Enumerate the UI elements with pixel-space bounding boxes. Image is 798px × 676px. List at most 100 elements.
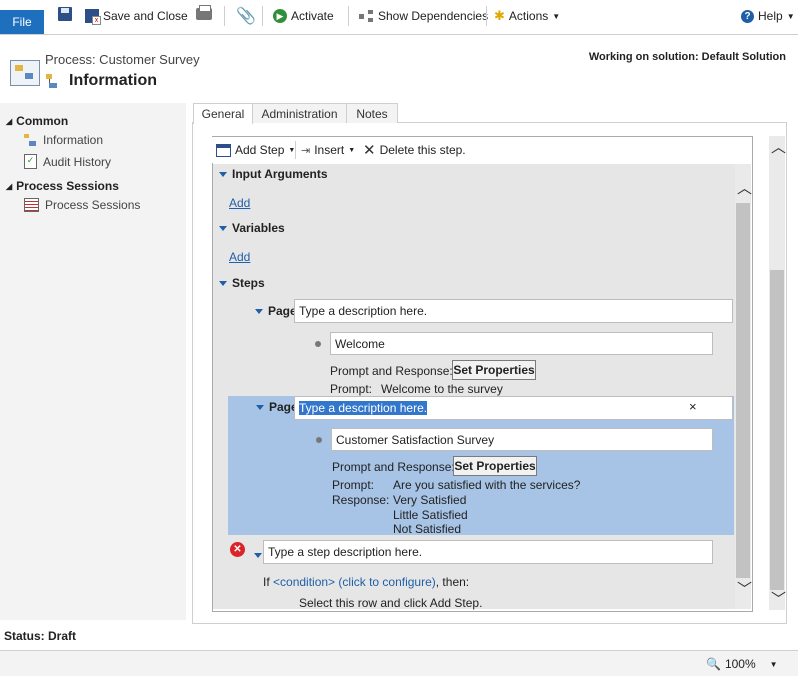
page-title: Information xyxy=(69,72,157,89)
section-steps[interactable]: Steps xyxy=(219,276,265,290)
actions-label: Actions xyxy=(508,9,549,23)
set-properties-button[interactable]: Set Properties xyxy=(453,456,537,476)
response-label: Response: xyxy=(332,493,390,507)
new-step-toggle[interactable] xyxy=(254,547,262,561)
prompt-response-label: Prompt and Response: xyxy=(332,460,455,474)
chevron-down-icon: ▼ xyxy=(769,659,778,669)
activate-label: Activate xyxy=(291,9,334,23)
insert-button[interactable]: ⇥ Insert ▼ xyxy=(301,140,355,160)
audit-history-icon: ✓ xyxy=(24,154,37,169)
delete-label: Delete this step. xyxy=(379,143,466,157)
save-and-close-button[interactable]: x Save and Close xyxy=(85,6,188,26)
section-title: Steps xyxy=(232,276,265,290)
triangle-down-icon: ◢ xyxy=(6,181,13,191)
outer-scrollbar-thumb[interactable] xyxy=(770,270,784,590)
triangle-down-icon xyxy=(219,225,227,231)
add-step-label: Add Step xyxy=(235,143,285,157)
step-bullet-icon xyxy=(315,341,321,347)
add-step-button[interactable]: Add Step ▼ xyxy=(216,140,295,160)
dependencies-icon xyxy=(359,9,374,23)
step-welcome-field[interactable]: Welcome xyxy=(330,332,713,355)
sidebar-item-label: Information xyxy=(43,133,104,147)
attach-icon[interactable]: 📎 xyxy=(236,6,256,26)
actions-icon: ✱ xyxy=(494,8,505,23)
show-dependencies-button[interactable]: Show Dependencies xyxy=(359,6,488,26)
chevron-down-icon: ▼ xyxy=(348,146,356,154)
zoom-level: 100% xyxy=(724,657,756,671)
file-button[interactable]: File xyxy=(0,10,44,34)
prompt-label: Prompt: xyxy=(332,478,375,492)
section-title: Variables xyxy=(232,221,285,235)
inner-scrollbar-thumb[interactable] xyxy=(736,203,750,578)
delete-icon: ✕ xyxy=(363,142,376,159)
triangle-down-icon xyxy=(219,280,227,286)
then-label: , then: xyxy=(435,575,470,589)
ribbon-separator xyxy=(486,6,487,26)
section-title: Input Arguments xyxy=(232,167,328,181)
tab-general[interactable]: General xyxy=(193,103,253,124)
entity-name: Process: Customer Survey xyxy=(45,52,200,67)
delete-step-button[interactable]: ✕ Delete this step. xyxy=(363,140,466,160)
status-label: Status: Draft xyxy=(4,629,77,643)
sidebar-group-process-sessions[interactable]: ◢ Process Sessions xyxy=(6,179,119,193)
insert-label: Insert xyxy=(314,143,345,157)
clear-field-icon[interactable]: × xyxy=(689,399,697,414)
chevron-down-icon: ▼ xyxy=(786,11,795,21)
help-label: Help xyxy=(758,9,783,23)
ribbon-separator xyxy=(348,6,349,26)
sidebar-item-label: Process Sessions xyxy=(45,198,141,212)
prompt-value: Are you satisfied with the services? xyxy=(393,478,581,492)
show-dependencies-label: Show Dependencies xyxy=(378,9,489,23)
triangle-down-icon xyxy=(254,553,262,558)
prompt-response-label: Prompt and Response: xyxy=(330,364,453,378)
sidebar-group-label: Process Sessions xyxy=(16,179,119,193)
add-input-argument-link[interactable]: Add xyxy=(229,196,250,210)
save-and-close-label: Save and Close xyxy=(103,9,188,23)
response-value: Very Satisfied xyxy=(393,493,467,507)
sidebar-item-label: Audit History xyxy=(43,154,112,169)
insert-icon: ⇥ xyxy=(301,144,311,157)
status-bar xyxy=(0,650,798,676)
actions-button[interactable]: ✱ Actions ▼ xyxy=(494,6,560,26)
condition-link[interactable]: <condition> (click to configure) xyxy=(273,575,436,589)
step-description-field[interactable]: Type a step description here. xyxy=(263,540,713,564)
triangle-down-icon xyxy=(256,404,264,410)
activate-button[interactable]: ▶ Activate xyxy=(273,6,334,26)
scroll-down-icon[interactable]: ﹀ xyxy=(771,588,786,609)
add-step-hint: Select this row and click Add Step. xyxy=(299,596,483,610)
set-properties-button[interactable]: Set Properties xyxy=(452,360,536,380)
step-customer-survey-field[interactable]: Customer Satisfaction Survey xyxy=(331,428,713,451)
sidebar-item-process-sessions[interactable]: Process Sessions xyxy=(24,198,140,212)
process-icon xyxy=(45,73,61,89)
sessions-grid-icon xyxy=(24,198,39,212)
zoom-control[interactable]: 🔍 100% ▼ xyxy=(706,654,778,674)
tab-administration[interactable]: Administration xyxy=(252,103,347,123)
toolbar-separator xyxy=(295,141,296,159)
sidebar-item-information[interactable]: Information xyxy=(24,133,103,147)
sidebar-group-label: Common xyxy=(16,114,69,128)
error-icon: ✕ xyxy=(230,542,245,557)
tab-notes[interactable]: Notes xyxy=(346,103,398,123)
zoom-icon: 🔍 xyxy=(706,657,721,671)
add-variable-link[interactable]: Add xyxy=(229,250,250,264)
step-bullet-icon xyxy=(316,437,322,443)
page1-description-field[interactable]: Type a description here. xyxy=(294,299,733,323)
scroll-up-icon[interactable]: ︿ xyxy=(737,177,752,198)
sidebar-group-common[interactable]: ◢ Common xyxy=(6,114,68,128)
save-icon[interactable] xyxy=(58,7,72,21)
print-icon[interactable] xyxy=(196,5,212,20)
process-icon xyxy=(24,133,37,147)
section-variables[interactable]: Variables xyxy=(219,221,285,235)
scroll-up-icon[interactable]: ︿ xyxy=(771,136,786,157)
add-step-icon xyxy=(216,143,231,157)
section-input-arguments[interactable]: Input Arguments xyxy=(219,167,328,181)
response-value: Little Satisfied xyxy=(393,508,468,522)
condition-row: If <condition> (click to configure), the… xyxy=(263,575,469,589)
page2-description-field[interactable]: Type a description here. xyxy=(294,396,733,420)
sidebar-item-audit-history[interactable]: ✓ Audit History xyxy=(24,154,111,169)
ribbon-separator xyxy=(262,6,263,26)
scroll-down-icon[interactable]: ﹀ xyxy=(737,578,752,599)
help-button[interactable]: ? Help ▼ xyxy=(741,6,795,26)
triangle-down-icon xyxy=(255,308,263,314)
selected-text: Type a description here. xyxy=(299,401,428,415)
